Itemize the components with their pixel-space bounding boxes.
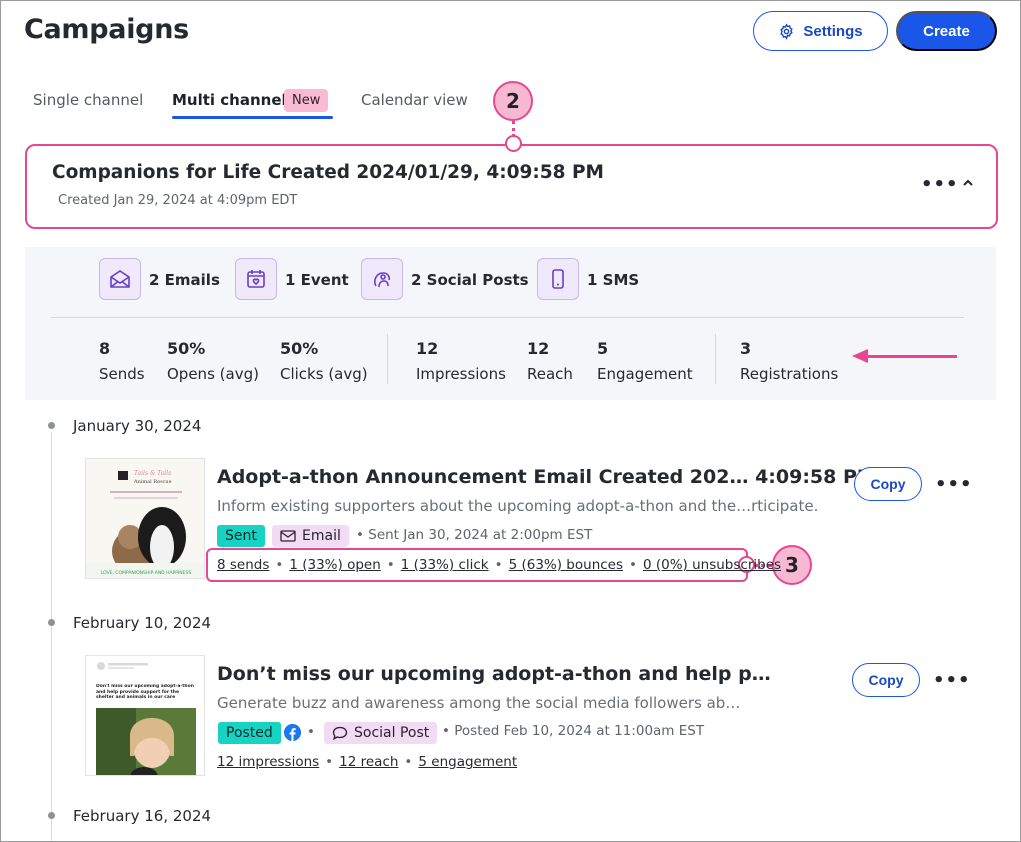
type-badge-label: Social Post bbox=[354, 725, 430, 741]
clicks-link[interactable]: 1 (33%) click bbox=[401, 557, 489, 573]
event-icon bbox=[247, 270, 265, 288]
impressions-link[interactable]: 12 impressions bbox=[217, 754, 319, 770]
campaign-header-highlight bbox=[25, 144, 998, 229]
speech-bubble-icon bbox=[332, 726, 348, 740]
email-thumb-brand: Tails & Tails bbox=[134, 470, 171, 477]
stat-impressions-label: Impressions bbox=[416, 365, 506, 383]
activity-title[interactable]: Don’t miss our upcoming adopt-a-thon and… bbox=[217, 663, 771, 685]
type-badge-label: Email bbox=[302, 528, 341, 544]
chevron-up-icon[interactable] bbox=[961, 178, 975, 188]
annotation-arrow-head bbox=[852, 349, 868, 363]
campaign-more-options-icon[interactable]: ••• bbox=[921, 174, 959, 195]
timeline-date: February 16, 2024 bbox=[73, 807, 212, 825]
email-stats-links: 8 sends • 1 (33%) open • 1 (33%) click • 5 (63… bbox=[217, 557, 782, 573]
envelope-icon bbox=[280, 530, 296, 542]
sent-date: • Sent Jan 30, 2024 at 2:00pm EST bbox=[356, 527, 593, 543]
stat-engagement-label: Engagement bbox=[597, 365, 693, 383]
email-thumb-footer: LOVE, COMPANIONSHIP AND HAPPINESS bbox=[101, 570, 192, 576]
channel-count-social-posts: 2 Social Posts bbox=[411, 271, 529, 289]
reach-link[interactable]: 12 reach bbox=[339, 754, 398, 770]
email-preview-image: Tails & Tails Animal Rescue LOVE, COMPAN… bbox=[86, 459, 204, 578]
timeline-date: February 10, 2024 bbox=[73, 614, 212, 632]
active-tab-indicator bbox=[172, 116, 333, 119]
email-channel-icon-box bbox=[99, 258, 141, 300]
timeline-dot bbox=[48, 812, 55, 819]
social-post-thumbnail[interactable]: Don't miss our upcoming adopt-a-thon and… bbox=[85, 655, 205, 776]
callout-2-anchor bbox=[505, 135, 522, 152]
new-badge: New bbox=[284, 89, 329, 112]
channel-count-emails: 2 Emails bbox=[149, 271, 220, 289]
activity-title[interactable]: Adopt-a-thon Announcement Email Created … bbox=[217, 466, 876, 488]
social-stats-links: 12 impressions • 12 reach • 5 engagement bbox=[217, 754, 518, 770]
tab-multi-channel[interactable]: Multi channel bbox=[172, 91, 287, 109]
annotation-arrow bbox=[866, 355, 957, 358]
campaign-created-date: Created Jan 29, 2024 at 4:09pm EDT bbox=[58, 193, 298, 208]
social-preview-image: Don't miss our upcoming adopt-a-thon and… bbox=[86, 656, 204, 775]
settings-button[interactable]: Settings bbox=[753, 11, 888, 51]
tab-single-channel[interactable]: Single channel bbox=[33, 91, 143, 109]
email-icon bbox=[110, 270, 130, 288]
copy-button[interactable]: Copy bbox=[852, 663, 920, 697]
opens-link[interactable]: 1 (33%) open bbox=[289, 557, 380, 573]
timeline-line bbox=[51, 432, 52, 842]
panel-divider bbox=[51, 317, 964, 318]
social-channel-icon-box bbox=[361, 258, 403, 300]
stat-sends-label: Sends bbox=[99, 365, 145, 383]
sms-icon bbox=[552, 269, 564, 289]
type-badge-social-post: Social Post bbox=[324, 722, 438, 744]
activity-more-options-icon[interactable]: ••• bbox=[935, 474, 973, 495]
sms-channel-icon-box bbox=[537, 258, 579, 300]
email-thumb-brand-sub: Animal Rescue bbox=[133, 479, 172, 485]
stat-reach-label: Reach bbox=[527, 365, 573, 383]
channel-count-events: 1 Event bbox=[285, 271, 349, 289]
timeline-date: January 30, 2024 bbox=[73, 417, 202, 435]
bounces-link[interactable]: 5 (63%) bounces bbox=[509, 557, 623, 573]
stat-registrations-value: 3 bbox=[740, 339, 752, 358]
social-thumb-text: Don't miss our upcoming adopt-a-thon and… bbox=[96, 684, 194, 700]
email-thumbnail[interactable]: Tails & Tails Animal Rescue LOVE, COMPAN… bbox=[85, 458, 205, 579]
activity-more-options-icon[interactable]: ••• bbox=[933, 670, 971, 691]
posted-date: • Posted Feb 10, 2024 at 11:00am EST bbox=[442, 723, 705, 739]
callout-2: 2 bbox=[493, 81, 533, 121]
timeline-dot bbox=[48, 422, 55, 429]
stat-registrations-label: Registrations bbox=[740, 365, 839, 383]
meta-separator: • bbox=[307, 724, 315, 740]
stats-separator bbox=[715, 334, 716, 384]
stats-separator bbox=[387, 334, 388, 384]
stat-sends-value: 8 bbox=[99, 339, 111, 358]
sends-link[interactable]: 8 sends bbox=[217, 557, 269, 573]
stat-reach-value: 12 bbox=[527, 339, 550, 358]
tab-calendar-view[interactable]: Calendar view bbox=[361, 91, 468, 109]
activity-description: Inform existing supporters about the upc… bbox=[217, 497, 819, 515]
stat-engagement-value: 5 bbox=[597, 339, 609, 358]
stat-clicks-value: 50% bbox=[280, 339, 319, 358]
type-badge-email: Email bbox=[272, 525, 349, 547]
event-channel-icon-box bbox=[235, 258, 277, 300]
facebook-icon bbox=[284, 724, 301, 741]
unsubscribes-link[interactable]: 0 (0%) unsubscribes bbox=[643, 557, 781, 573]
create-button[interactable]: Create bbox=[896, 11, 997, 51]
channel-count-sms: 1 SMS bbox=[587, 271, 640, 289]
status-badge-posted: Posted bbox=[218, 722, 281, 744]
stat-opens-value: 50% bbox=[167, 339, 206, 358]
stat-impressions-value: 12 bbox=[416, 339, 439, 358]
status-badge-sent: Sent bbox=[217, 525, 265, 547]
timeline-dot bbox=[48, 619, 55, 626]
stat-opens-label: Opens (avg) bbox=[167, 365, 259, 383]
page-title: Campaigns bbox=[24, 14, 189, 45]
social-post-icon bbox=[374, 272, 391, 288]
engagement-link[interactable]: 5 engagement bbox=[418, 754, 517, 770]
stat-clicks-label: Clicks (avg) bbox=[280, 365, 368, 383]
copy-button[interactable]: Copy bbox=[854, 467, 922, 501]
settings-label: Settings bbox=[803, 22, 863, 40]
activity-description: Generate buzz and awareness among the so… bbox=[217, 694, 741, 712]
gear-icon bbox=[780, 22, 794, 40]
campaign-title: Companions for Life Created 2024/01/29, … bbox=[52, 162, 604, 183]
